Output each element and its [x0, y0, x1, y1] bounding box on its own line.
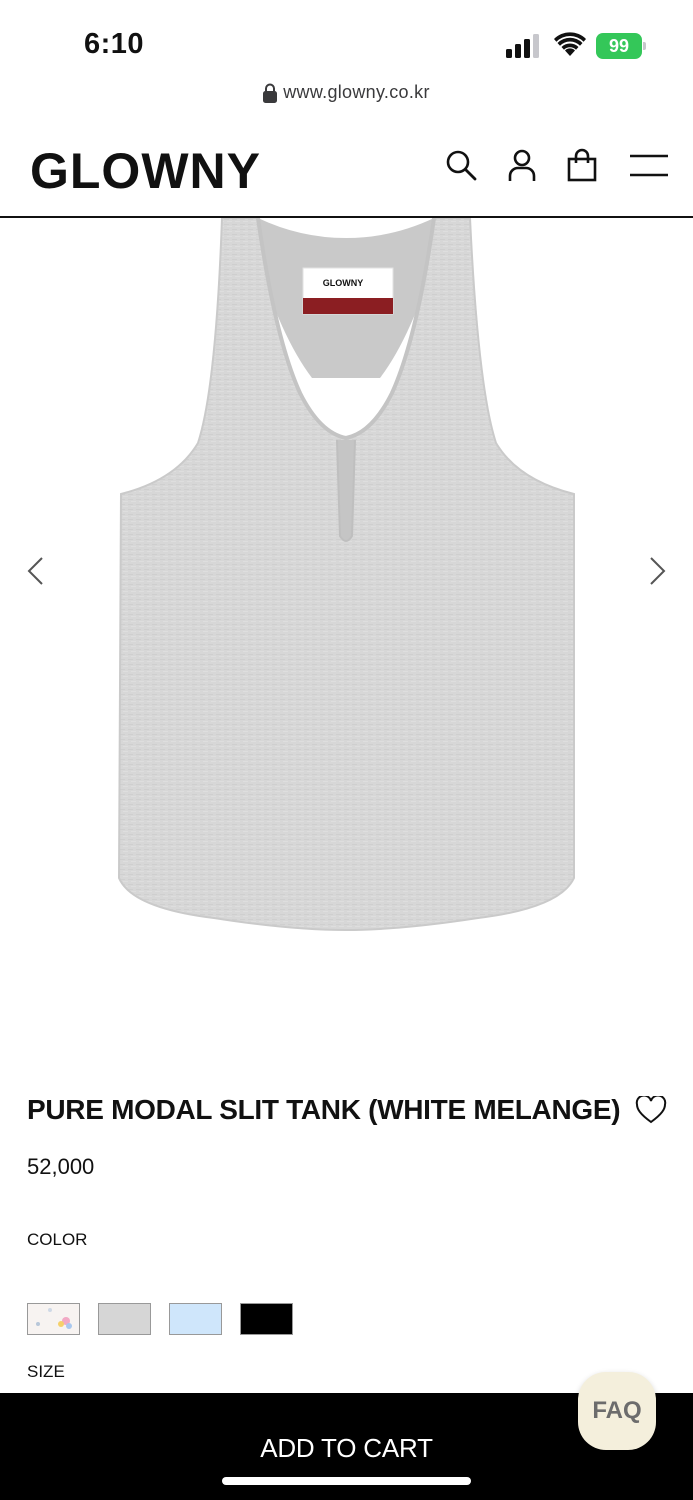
battery-icon: 99: [596, 33, 648, 59]
signal-icon: [506, 34, 539, 58]
next-image-arrow[interactable]: [646, 555, 668, 587]
swatch-floral[interactable]: [27, 1303, 80, 1335]
site-header: GLOWNY: [0, 118, 693, 218]
status-time: 6:10: [84, 28, 145, 60]
tank-top-image: GLOWNY: [117, 217, 575, 932]
status-bar: 6:10 99: [0, 0, 693, 80]
product-price: 52,000: [27, 1154, 95, 1179]
search-icon[interactable]: [444, 148, 478, 182]
floral-pattern-icon: [36, 1308, 72, 1329]
site-logo[interactable]: GLOWNY: [30, 142, 261, 200]
color-swatches: [27, 1303, 293, 1335]
address-bar[interactable]: www.glowny.co.kr: [0, 80, 693, 118]
swatch-melange-grey[interactable]: [98, 1303, 151, 1335]
wifi-icon: [554, 32, 586, 56]
product-title: PURE MODAL SLIT TANK (WHITE MELANGE): [27, 1094, 621, 1125]
home-indicator: [222, 1477, 471, 1485]
lock-icon: [263, 83, 278, 103]
url-text: www.glowny.co.kr: [283, 82, 430, 102]
size-label: SIZE: [27, 1362, 65, 1381]
battery-level: 99: [596, 33, 642, 59]
swatch-black[interactable]: [240, 1303, 293, 1335]
faq-button[interactable]: FAQ: [578, 1372, 656, 1450]
previous-image-arrow[interactable]: [25, 555, 47, 587]
battery-tip: [643, 42, 646, 50]
user-icon[interactable]: [505, 148, 539, 182]
shopping-bag-icon[interactable]: [565, 148, 599, 182]
swatch-light-blue[interactable]: [169, 1303, 222, 1335]
product-image[interactable]: GLOWNY: [0, 217, 693, 1018]
heart-icon[interactable]: [635, 1096, 667, 1124]
tag-brand: GLOWNY: [323, 278, 364, 288]
color-label: COLOR: [27, 1230, 88, 1249]
menu-icon[interactable]: [630, 148, 668, 182]
